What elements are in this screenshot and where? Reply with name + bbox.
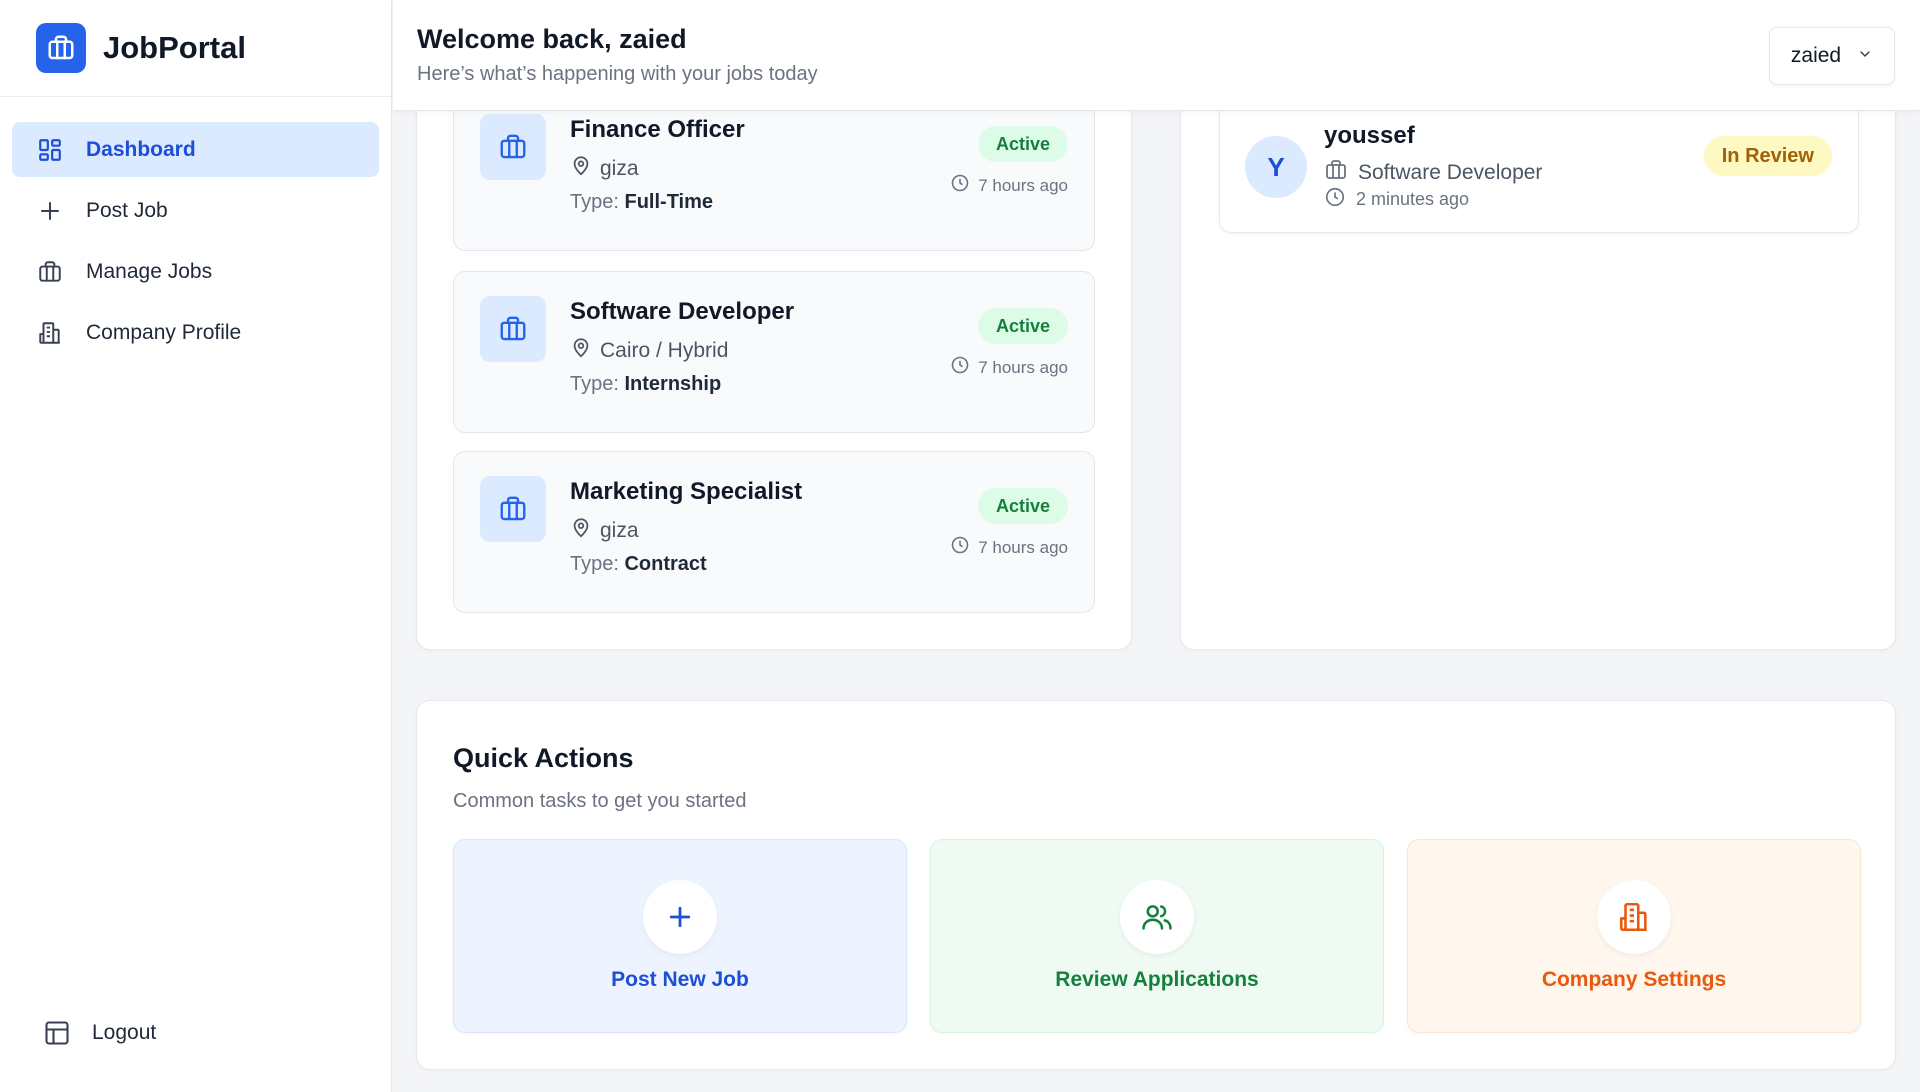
page-title: Welcome back, zaied <box>417 24 687 54</box>
user-name: zaied <box>1790 44 1842 67</box>
application-card[interactable]: Y youssef Software Developer 2 minutes a… <box>1219 101 1859 233</box>
dashboard-icon <box>36 136 64 164</box>
chevron-down-icon <box>1857 44 1873 68</box>
review-applications-button[interactable]: Review Applications <box>930 839 1384 1033</box>
job-type: Type: Internship <box>570 373 722 395</box>
sidebar-nav: Dashboard Post Job Manage Jobs Company P… <box>0 97 391 360</box>
job-posted-time: 7 hours ago <box>950 535 1068 560</box>
post-new-job-button[interactable]: Post New Job <box>453 839 907 1033</box>
job-location: giza <box>570 155 639 183</box>
plus-icon <box>643 880 717 954</box>
quick-action-label: Company Settings <box>1541 968 1727 991</box>
map-pin-icon <box>570 155 592 183</box>
logout-button[interactable]: Logout <box>42 1018 156 1048</box>
quick-actions-subtitle: Common tasks to get you started <box>453 790 747 812</box>
status-badge: Active <box>977 308 1068 344</box>
status-badge: Active <box>977 126 1068 162</box>
users-icon <box>1120 880 1194 954</box>
clock-icon <box>950 535 970 560</box>
map-pin-icon <box>570 337 592 365</box>
clock-icon <box>1324 186 1346 213</box>
user-menu-dropdown[interactable]: zaied <box>1769 27 1895 85</box>
quick-action-label: Post New Job <box>611 968 749 991</box>
sidebar-item-manage-jobs[interactable]: Manage Jobs <box>12 244 379 299</box>
job-title: Finance Officer <box>570 116 745 143</box>
map-pin-icon <box>570 517 592 545</box>
applied-role: Software Developer <box>1324 158 1542 188</box>
job-title: Software Developer <box>570 298 795 325</box>
job-card[interactable]: Finance Officer giza Type: Full-Time Act… <box>453 89 1095 251</box>
avatar: Y <box>1245 136 1307 198</box>
status-badge: Active <box>977 488 1068 524</box>
plus-icon <box>36 197 64 225</box>
briefcase-logo-icon <box>36 23 86 73</box>
briefcase-icon <box>480 476 546 542</box>
job-location: Cairo / Hybrid <box>570 337 728 365</box>
job-posted-time: 7 hours ago <box>950 355 1068 380</box>
company-settings-button[interactable]: Company Settings <box>1407 839 1861 1033</box>
sidebar-item-company-profile[interactable]: Company Profile <box>12 305 379 360</box>
job-location: giza <box>570 517 639 545</box>
job-posted-time: 7 hours ago <box>950 173 1068 198</box>
quick-actions-panel: Quick Actions Common tasks to get you st… <box>416 700 1896 1070</box>
sidebar-item-label: Post Job <box>86 198 168 222</box>
page-subtitle: Here’s what’s happening with your jobs t… <box>417 63 818 85</box>
sidebar: JobPortal Dashboard Post Job Manage Jobs <box>0 0 392 1092</box>
job-card[interactable]: Software Developer Cairo / Hybrid Type: … <box>453 271 1095 433</box>
sidebar-item-label: Manage Jobs <box>86 259 213 283</box>
applicant-name: youssef <box>1324 122 1415 149</box>
briefcase-icon <box>480 114 546 180</box>
briefcase-icon <box>480 296 546 362</box>
recent-applications-panel: Y youssef Software Developer 2 minutes a… <box>1180 60 1896 650</box>
application-time: 2 minutes ago <box>1324 186 1469 213</box>
brand[interactable]: JobPortal <box>0 0 391 97</box>
sidebar-item-label: Company Profile <box>86 320 242 344</box>
clock-icon <box>950 173 970 198</box>
job-type: Type: Full-Time <box>570 191 714 213</box>
briefcase-icon <box>36 258 64 286</box>
status-badge: In Review <box>1703 136 1832 176</box>
sidebar-item-dashboard[interactable]: Dashboard <box>12 122 379 177</box>
clock-icon <box>950 355 970 380</box>
quick-action-label: Review Applications <box>1055 968 1259 991</box>
logout-label: Logout <box>92 1021 157 1044</box>
quick-actions-title: Quick Actions <box>453 743 634 773</box>
building-icon <box>36 319 64 347</box>
sidebar-item-label: Dashboard <box>86 137 196 161</box>
sidebar-item-post-job[interactable]: Post Job <box>12 183 379 238</box>
job-type: Type: Contract <box>570 553 707 575</box>
top-header: Welcome back, zaied Here’s what’s happen… <box>393 0 1920 111</box>
job-title: Marketing Specialist <box>570 478 803 505</box>
recent-jobs-panel: Finance Officer giza Type: Full-Time Act… <box>416 60 1132 650</box>
brand-name: JobPortal <box>103 30 246 65</box>
briefcase-icon <box>1324 158 1348 188</box>
logout-icon <box>42 1018 72 1048</box>
building-icon <box>1597 880 1671 954</box>
job-card[interactable]: Marketing Specialist giza Type: Contract… <box>453 451 1095 613</box>
